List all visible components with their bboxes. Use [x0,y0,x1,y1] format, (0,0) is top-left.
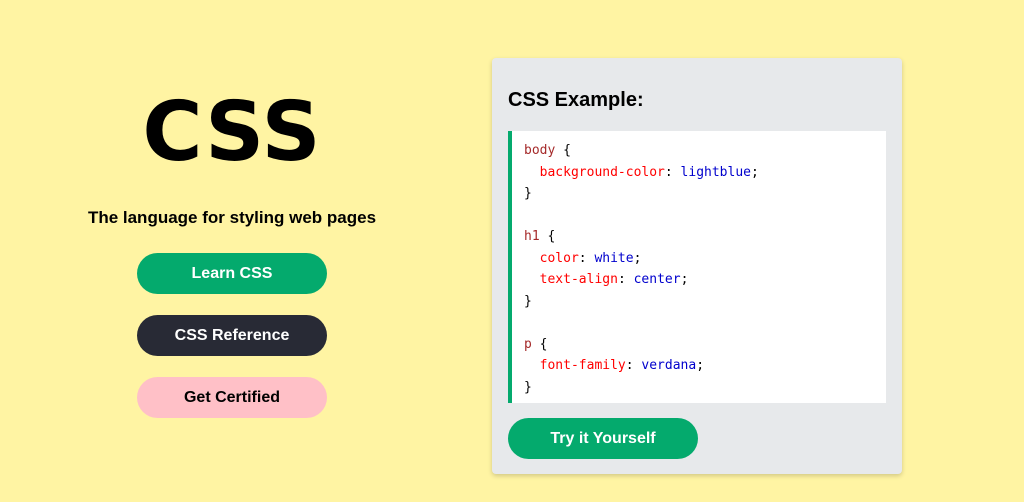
code-selector: p [524,336,532,352]
code-property: background-color [539,164,665,180]
css-example-card: CSS Example: body { background-color: li… [492,58,902,474]
hero-title: CSS [142,85,322,180]
code-selector: h1 [524,229,540,244]
code-value: center [633,272,681,287]
code-line: color: white; [539,250,642,266]
try-it-yourself-button[interactable]: Try it Yourself [508,418,698,459]
code-line: } [524,186,532,201]
code-line: } [524,379,532,395]
code-value: verdana [641,358,697,373]
code-value: lightblue [680,164,751,180]
code-property: font-family [539,358,626,373]
code-line: text-align: center; [539,272,689,287]
code-line: background-color: lightblue; [539,164,759,180]
learn-css-button[interactable]: Learn CSS [137,253,327,294]
code-line: h1 { [524,229,556,244]
code-line: body { [524,143,571,158]
code-line: } [524,293,532,309]
code-property: text-align [539,272,618,287]
css-reference-button[interactable]: CSS Reference [137,315,327,356]
code-value: white [594,250,634,266]
code-line: font-family: verdana; [539,358,705,373]
hero-subtitle: The language for styling web pages [87,208,377,227]
code-line: p { [524,336,548,352]
code-selector: body [524,143,556,158]
code-property: color [539,250,579,266]
get-certified-button[interactable]: Get Certified [137,377,327,418]
example-title: CSS Example: [508,89,644,111]
code-example: body { background-color: lightblue;} h1 … [508,131,886,403]
hero-section: CSS The language for styling web pages L… [0,0,464,502]
